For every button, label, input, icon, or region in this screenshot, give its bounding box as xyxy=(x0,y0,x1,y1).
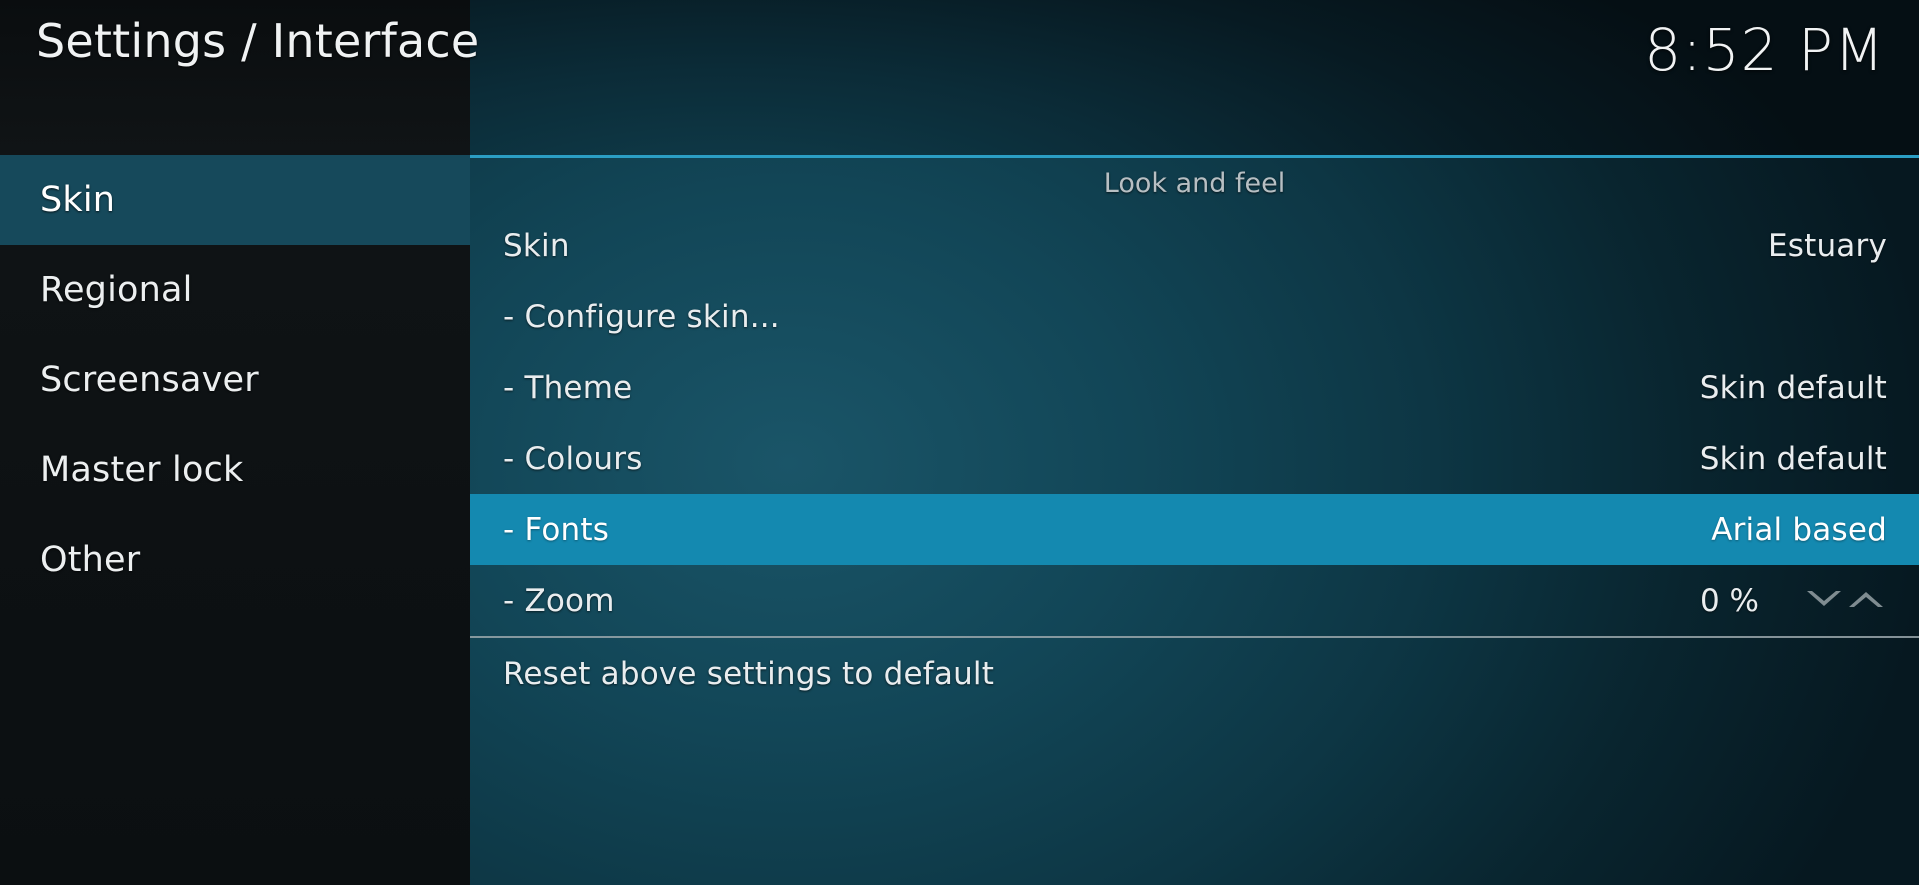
sidebar-item-regional[interactable]: Regional xyxy=(0,245,470,335)
setting-row-configure-skin[interactable]: - Configure skin... xyxy=(470,281,1919,352)
sidebar-item-label: Skin xyxy=(40,180,116,220)
setting-label: - Colours xyxy=(503,440,643,477)
section-title: Look and feel xyxy=(1103,168,1286,199)
window-header: Settings / Interface 8:52 PM xyxy=(0,0,1919,155)
clock: 8:52 PM xyxy=(1644,16,1885,84)
setting-value[interactable]: Arial based xyxy=(1711,512,1887,548)
setting-label: - Zoom xyxy=(503,582,615,619)
setting-row-skin[interactable]: Skin Estuary xyxy=(470,210,1919,281)
setting-label: Skin xyxy=(503,227,570,264)
kodi-settings-window: Settings / Interface 8:52 PM Skin Region… xyxy=(0,0,1919,885)
chevron-down-icon[interactable] xyxy=(1803,586,1845,616)
setting-label: - Configure skin... xyxy=(503,298,780,335)
chevron-up-icon[interactable] xyxy=(1845,586,1887,616)
setting-label: Reset above settings to default xyxy=(503,656,995,692)
sidebar-item-label: Screensaver xyxy=(40,360,259,400)
sidebar-item-label: Other xyxy=(40,540,141,580)
setting-value[interactable]: Skin default xyxy=(1700,370,1887,406)
setting-row-reset-defaults[interactable]: Reset above settings to default xyxy=(470,638,1919,710)
setting-label: - Fonts xyxy=(503,511,610,548)
setting-label: - Theme xyxy=(503,369,633,406)
page-title: Settings / Interface xyxy=(36,14,480,68)
setting-row-fonts[interactable]: - Fonts Arial based xyxy=(470,494,1919,565)
sidebar-item-label: Regional xyxy=(40,270,193,310)
sidebar-item-master-lock[interactable]: Master lock xyxy=(0,425,470,515)
sidebar-item-label: Master lock xyxy=(40,450,244,490)
zoom-spinner[interactable]: 0 % xyxy=(1700,583,1887,619)
setting-value: 0 % xyxy=(1699,582,1759,619)
sidebar-item-other[interactable]: Other xyxy=(0,515,470,605)
sidebar-item-skin[interactable]: Skin xyxy=(0,155,470,245)
setting-row-theme[interactable]: - Theme Skin default xyxy=(470,352,1919,423)
setting-value[interactable]: Estuary xyxy=(1768,228,1887,264)
settings-list: Skin Estuary - Configure skin... - Theme… xyxy=(470,210,1919,710)
setting-row-zoom[interactable]: - Zoom 0 % xyxy=(470,565,1919,636)
setting-value[interactable]: Skin default xyxy=(1700,441,1887,477)
settings-category-sidebar[interactable]: Skin Regional Screensaver Master lock Ot… xyxy=(0,155,470,885)
sidebar-item-screensaver[interactable]: Screensaver xyxy=(0,335,470,425)
setting-row-colours[interactable]: - Colours Skin default xyxy=(470,423,1919,494)
settings-main-panel: Look and feel Skin Estuary - Configure s… xyxy=(470,155,1919,885)
